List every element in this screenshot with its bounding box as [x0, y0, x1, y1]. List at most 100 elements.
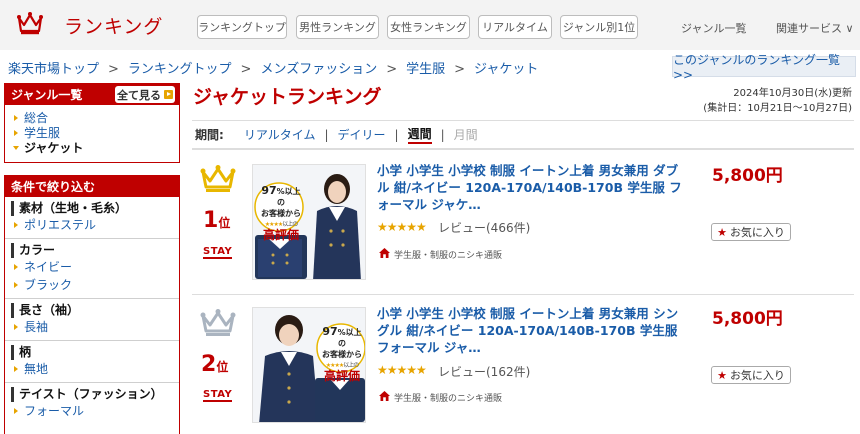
filter-title: 素材（生地・毛糸）	[11, 201, 179, 216]
header-related-services[interactable]: 関連サービス ∨	[776, 20, 854, 36]
site-title[interactable]: ランキング	[64, 12, 163, 39]
rank-number: 1位	[203, 208, 230, 233]
gold-crown-icon	[200, 165, 236, 192]
badge-main: 高評価	[262, 228, 299, 242]
badge-percent: 97	[322, 325, 338, 338]
badge-line: お客様から	[322, 350, 362, 359]
product-thumbnail[interactable]: 97%以上の お客様から ★★★★以上の 高評価	[252, 164, 366, 280]
product-price: 5,800円	[712, 309, 783, 329]
breadcrumb-sep: >	[454, 62, 466, 77]
top-header: ランキング ランキングトップ 男性ランキング 女性ランキング リアルタイム ジャ…	[0, 0, 860, 50]
filter-group-material: 素材（生地・毛糸） ポリエステル	[5, 197, 179, 238]
filter-heading-label: 条件で絞り込む	[11, 180, 96, 194]
rating-stars: ★★★★★	[377, 220, 427, 234]
filter-title: テイスト（ファッション）	[11, 387, 179, 402]
nav-genre-first[interactable]: ジャンル別1位	[560, 15, 638, 39]
filter-option-formal[interactable]: フォーマル	[5, 402, 179, 420]
filter-group-pattern: 柄 無地	[5, 340, 179, 382]
genre-list-title: ジャンル一覧	[11, 88, 83, 102]
badge-stars: ★★★★	[264, 221, 283, 228]
badge-main: 高評価	[323, 369, 360, 383]
rank-status-badge: STAY	[203, 389, 233, 402]
row-divider	[192, 294, 854, 295]
review-count-link[interactable]: レビュー(162件)	[438, 363, 530, 380]
shop-name-link[interactable]: 学生服・制服のニシキ通販	[394, 391, 502, 404]
genre-item-label: ジャケット	[24, 141, 84, 155]
genre-list-box: ジャンル一覧 全て見る 総合 学生服 ジャケット	[4, 83, 180, 163]
genre-item-label: 総合	[24, 111, 49, 125]
filter-title: 長さ（袖）	[11, 303, 179, 318]
filter-group-color: カラー ネイビー ブラック	[5, 238, 179, 298]
filter-group-taste: テイスト（ファッション） フォーマル	[5, 382, 179, 424]
badge-stars: ★★★★	[325, 362, 344, 369]
tab-weekly-active[interactable]: 週間	[407, 125, 432, 144]
crown-logo-icon[interactable]	[17, 11, 43, 35]
breadcrumb-jacket[interactable]: ジャケット	[474, 62, 538, 77]
review-badge: 97%以上の お客様から ★★★★以上の 高評価	[259, 185, 303, 241]
header-genre-list-link[interactable]: ジャンル一覧	[681, 20, 746, 36]
breadcrumb-mens-fashion[interactable]: メンズファッション	[260, 62, 377, 77]
show-all-label: 全て見る	[117, 88, 161, 102]
favorite-label: お気に入り	[729, 226, 785, 239]
arrow-right-icon	[164, 90, 173, 99]
genre-item-school-uniform[interactable]: 学生服	[5, 126, 179, 141]
filter-option-long-sleeve[interactable]: 長袖	[5, 318, 179, 336]
favorite-button[interactable]: ★ お気に入り	[711, 223, 791, 241]
nav-women-ranking[interactable]: 女性ランキング	[387, 15, 470, 39]
genre-item-jacket-current: ジャケット	[5, 141, 179, 156]
rank-value: 1	[203, 208, 219, 233]
breadcrumb-sep: >	[386, 62, 398, 77]
rank-status-badge: STAY	[203, 246, 233, 259]
rank-unit: 位	[216, 360, 229, 374]
product-title-link[interactable]: 小学 小学生 小学校 制服 イートン上着 男女兼用 ダブル 紺/ネイビー 120…	[377, 162, 682, 213]
nav-men-ranking[interactable]: 男性ランキング	[296, 15, 379, 39]
badge-small: 以上の	[282, 221, 298, 228]
nav-ranking-top[interactable]: ランキングトップ	[197, 15, 287, 39]
review-count-link[interactable]: レビュー(466件)	[438, 219, 530, 236]
rating-stars: ★★★★★	[377, 363, 427, 377]
product-price: 5,800円	[712, 166, 783, 186]
shop-name-link[interactable]: 学生服・制服のニシキ通販	[394, 248, 502, 261]
badge-percent-unit: %以上の	[276, 187, 301, 207]
silver-crown-icon	[200, 309, 236, 336]
filter-option-navy[interactable]: ネイビー	[5, 258, 179, 276]
update-info: 2024年10月30日(水)更新 (集計日：10月21日～10月27日)	[703, 86, 852, 116]
badge-small: 以上の	[343, 362, 359, 369]
period-label: 期間:	[195, 128, 224, 142]
show-all-button[interactable]: 全て見る	[115, 86, 175, 103]
tab-separator: |	[394, 127, 399, 142]
tab-daily[interactable]: デイリー	[338, 126, 386, 143]
product-title-link[interactable]: 小学 小学生 小学校 制服 イートン上着 男女兼用 シングル 紺/ネイビー 12…	[377, 305, 682, 356]
product-thumbnail[interactable]: 97%以上の お客様から ★★★★以上の 高評価	[252, 307, 366, 423]
review-badge: 97%以上の お客様から ★★★★以上の 高評価	[319, 326, 365, 382]
favorite-button[interactable]: ★ お気に入り	[711, 366, 791, 384]
filter-title: 柄	[11, 345, 179, 360]
page-title: ジャケットランキング	[193, 86, 382, 108]
breadcrumb-sep: >	[108, 62, 119, 77]
star-icon: ★	[717, 368, 727, 382]
filter-box: 条件で絞り込む 素材（生地・毛糸） ポリエステル カラー ネイビー ブラック 長…	[4, 175, 180, 434]
genre-list-heading: ジャンル一覧 全て見る	[5, 84, 179, 105]
period-range: (集計日：10月21日～10月27日)	[703, 103, 852, 114]
tab-realtime[interactable]: リアルタイム	[244, 126, 316, 143]
breadcrumb-rakuten-top[interactable]: 楽天市場トップ	[8, 62, 99, 77]
filter-option-polyester[interactable]: ポリエステル	[5, 216, 179, 234]
star-icon: ★	[717, 225, 727, 239]
genre-item-all[interactable]: 総合	[5, 111, 179, 126]
nav-realtime[interactable]: リアルタイム	[478, 15, 552, 39]
genre-ranking-list-link[interactable]: このジャンルのランキング一覧 >>	[672, 53, 856, 82]
rank-unit: 位	[218, 216, 231, 230]
rank-value: 2	[201, 352, 217, 377]
tab-separator: |	[440, 127, 445, 142]
breadcrumb-ranking-top[interactable]: ランキングトップ	[128, 62, 232, 77]
filter-option-black[interactable]: ブラック	[5, 276, 179, 294]
breadcrumb-school-uniform[interactable]: 学生服	[406, 62, 445, 77]
filter-option-plain[interactable]: 無地	[5, 360, 179, 378]
breadcrumb: 楽天市場トップ > ランキングトップ > メンズファッション > 学生服 > ジャケット	[8, 58, 538, 77]
tab-monthly-disabled: 月間	[453, 128, 478, 142]
period-tabs: 期間: リアルタイム | デイリー | 週間 | 月間	[192, 120, 854, 150]
shop-house-icon	[379, 391, 390, 401]
filter-heading: 条件で絞り込む	[5, 176, 179, 197]
updated-date: 2024年10月30日(水)更新	[733, 88, 852, 99]
rank-number: 2位	[201, 352, 228, 377]
